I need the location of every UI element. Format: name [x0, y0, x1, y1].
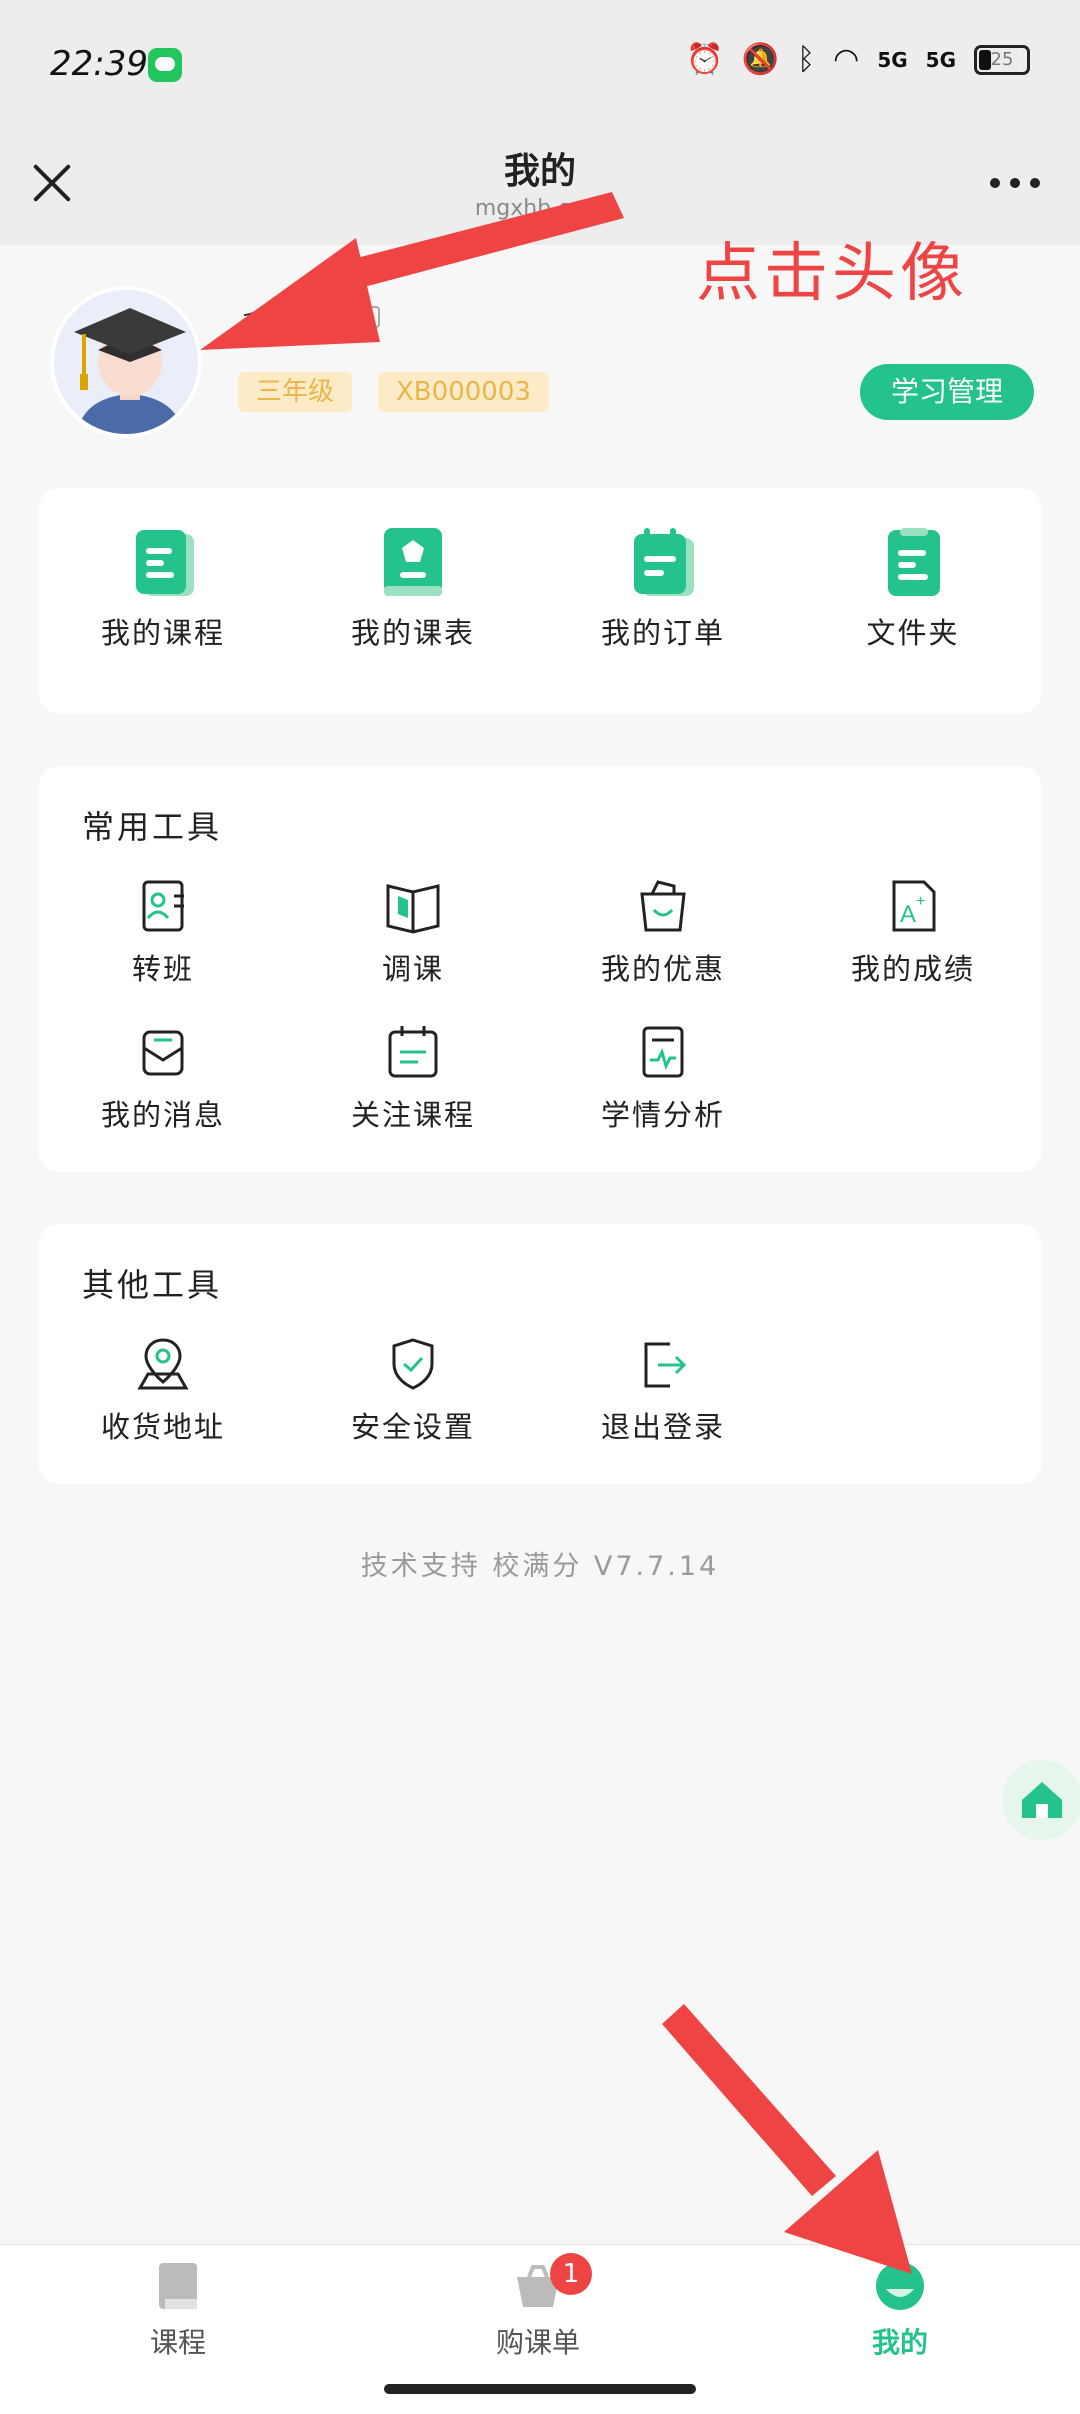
quick-link-my-orders[interactable]: 我的订单	[538, 528, 788, 652]
quick-link-folder[interactable]: 文件夹	[788, 528, 1038, 652]
arrow-to-mine-tab-icon	[662, 2004, 912, 2274]
alarm-icon: ⏰	[686, 42, 724, 77]
tool-label: 学情分析	[600, 1098, 725, 1132]
home-indicator	[384, 2384, 696, 2394]
more-dots-icon[interactable]	[990, 178, 1040, 188]
home-float-button[interactable]	[1002, 1760, 1080, 1840]
quick-links-card: 我的课程 我的课表 我的订单 文件夹	[38, 488, 1042, 714]
calendar-icon	[378, 1024, 448, 1096]
quick-link-my-courses[interactable]: 我的课程	[38, 528, 288, 652]
tool-follow-courses[interactable]: 关注课程	[288, 1024, 538, 1134]
nav-label: 课程	[149, 2326, 206, 2359]
quick-link-label: 我的课程	[100, 616, 225, 650]
common-tools-title: 常用工具	[82, 808, 223, 846]
document-icon	[128, 528, 198, 600]
other-tools-card: 其他工具 收货地址 安全设置 退出登录	[38, 1224, 1042, 1484]
analysis-icon	[628, 1024, 698, 1096]
signal-5g-2: 5G	[925, 47, 956, 72]
quick-link-label: 文件夹	[866, 616, 960, 650]
profile-icon	[876, 2262, 924, 2310]
quick-link-my-schedule[interactable]: 我的课表	[288, 528, 538, 652]
quick-link-label: 我的课表	[350, 616, 475, 650]
nav-label: 购课单	[495, 2326, 580, 2359]
shield-check-icon	[378, 1336, 448, 1408]
tool-label: 我的消息	[100, 1098, 225, 1132]
other-tools-title: 其他工具	[82, 1266, 223, 1304]
battery-level: 25	[990, 49, 1014, 70]
order-notepad-icon	[628, 528, 698, 600]
svg-text:A: A	[900, 901, 916, 928]
battery-icon: 25	[974, 44, 1030, 75]
grade-tag: 三年级	[238, 372, 353, 412]
version-info: 技术支持 校满分 V7.7.14	[360, 1551, 720, 1582]
book-icon	[159, 2263, 197, 2309]
tool-learning-analysis[interactable]: 学情分析	[538, 1024, 788, 1134]
location-pin-icon	[128, 1336, 198, 1408]
open-book-icon	[378, 878, 448, 950]
quick-link-label: 我的订单	[600, 616, 725, 650]
graduate-avatar-icon	[54, 290, 198, 434]
tool-label: 关注课程	[350, 1098, 475, 1132]
tool-logout[interactable]: 退出登录	[538, 1336, 788, 1446]
student-id-tag: XB000003	[378, 372, 549, 412]
tool-transfer-class[interactable]: 转班	[38, 878, 288, 988]
contact-card-icon	[128, 878, 198, 950]
nav-label: 我的	[871, 2326, 928, 2359]
tool-adjust-class[interactable]: 调课	[288, 878, 538, 988]
tool-security-settings[interactable]: 安全设置	[288, 1336, 538, 1446]
grade-file-icon: A +	[878, 878, 948, 950]
tool-my-discounts[interactable]: 我的优惠	[538, 878, 788, 988]
tool-label: 调课	[381, 952, 444, 986]
profile-name: 科	[242, 310, 272, 345]
nav-courses[interactable]: 课程	[78, 2259, 278, 2361]
annotation-text: 点击头像	[696, 237, 968, 311]
signal-5g-1: 5G	[877, 47, 908, 72]
home-icon	[1022, 1782, 1062, 1818]
tool-label: 安全设置	[350, 1410, 475, 1444]
tool-label: 我的优惠	[600, 952, 725, 986]
tool-label: 收货地址	[100, 1410, 225, 1444]
avatar[interactable]	[50, 286, 202, 438]
tool-label: 退出登录	[600, 1410, 725, 1444]
mail-icon	[128, 1024, 198, 1096]
status-bar: 22:39 ⏰ 🔕 ᛒ ◠ 5G 5G 25	[0, 0, 1080, 130]
common-tools-card: 常用工具 转班 调课 我的优惠 A + 我的成绩 我的消息 关注课程 学情分析	[38, 766, 1042, 1172]
wifi-icon: ◠	[833, 42, 860, 77]
mute-icon: 🔕	[741, 42, 780, 77]
tool-shipping-address[interactable]: 收货地址	[38, 1336, 288, 1446]
svg-text:+: +	[916, 893, 925, 910]
logout-icon	[628, 1336, 698, 1408]
page-title: 我的	[503, 151, 576, 192]
cart-count-badge: 1	[550, 2253, 592, 2295]
tool-label: 我的成绩	[850, 952, 975, 986]
tool-my-grades[interactable]: A + 我的成绩	[788, 878, 1038, 988]
status-icons: ⏰ 🔕 ᛒ ◠ 5G 5G 25	[686, 42, 1030, 77]
bluetooth-icon: ᛒ	[797, 42, 816, 77]
wechat-notification-icon	[148, 48, 182, 82]
shopping-bag-icon	[628, 878, 698, 950]
nav-mine[interactable]: 我的	[800, 2259, 1000, 2361]
nav-cart[interactable]: 1 购课单	[438, 2253, 638, 2361]
edit-icon[interactable]	[358, 306, 380, 328]
schedule-book-icon	[378, 528, 448, 600]
page-subtitle: mgxhb.com	[474, 196, 606, 221]
folder-document-icon	[878, 528, 948, 600]
study-management-button[interactable]: 学习管理	[860, 364, 1034, 420]
status-time: 22:39	[50, 44, 148, 84]
tool-label: 转班	[131, 952, 194, 986]
tool-my-messages[interactable]: 我的消息	[38, 1024, 288, 1134]
